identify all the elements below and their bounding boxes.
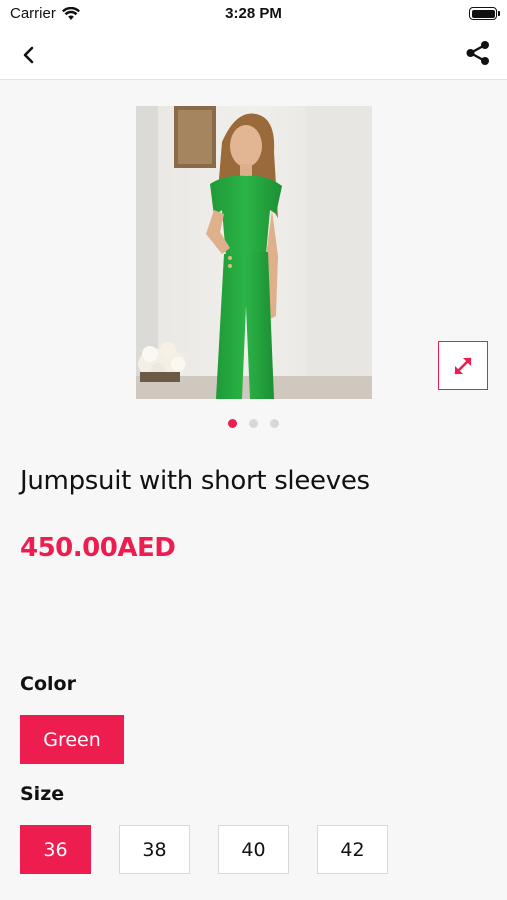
color-label: Color — [20, 673, 76, 695]
product-photo-illustration — [136, 106, 372, 399]
product-title: Jumpsuit with short sleeves — [20, 466, 370, 496]
expand-arrows-icon — [454, 357, 472, 374]
size-option-40[interactable]: 40 — [218, 825, 289, 874]
battery-icon — [469, 7, 500, 20]
expand-image-button[interactable] — [438, 341, 488, 390]
navigation-bar — [0, 28, 507, 80]
size-option-36[interactable]: 36 — [20, 825, 91, 874]
size-option-42[interactable]: 42 — [317, 825, 388, 874]
status-bar: Carrier 3:28 PM — [0, 0, 507, 28]
chevron-left-icon — [23, 46, 34, 64]
page-dot-2[interactable] — [249, 419, 258, 428]
back-button[interactable] — [14, 40, 44, 70]
share-icon — [466, 41, 489, 65]
product-price: 450.00AED — [20, 533, 176, 563]
size-label: Size — [20, 783, 65, 805]
share-button[interactable] — [463, 38, 493, 68]
product-image[interactable] — [136, 106, 372, 399]
page-dot-1[interactable] — [228, 419, 237, 428]
clock: 3:28 PM — [225, 5, 282, 22]
image-pagination — [0, 419, 507, 428]
color-option-green[interactable]: Green — [20, 715, 124, 764]
size-option-38[interactable]: 38 — [119, 825, 190, 874]
page-dot-3[interactable] — [270, 419, 279, 428]
